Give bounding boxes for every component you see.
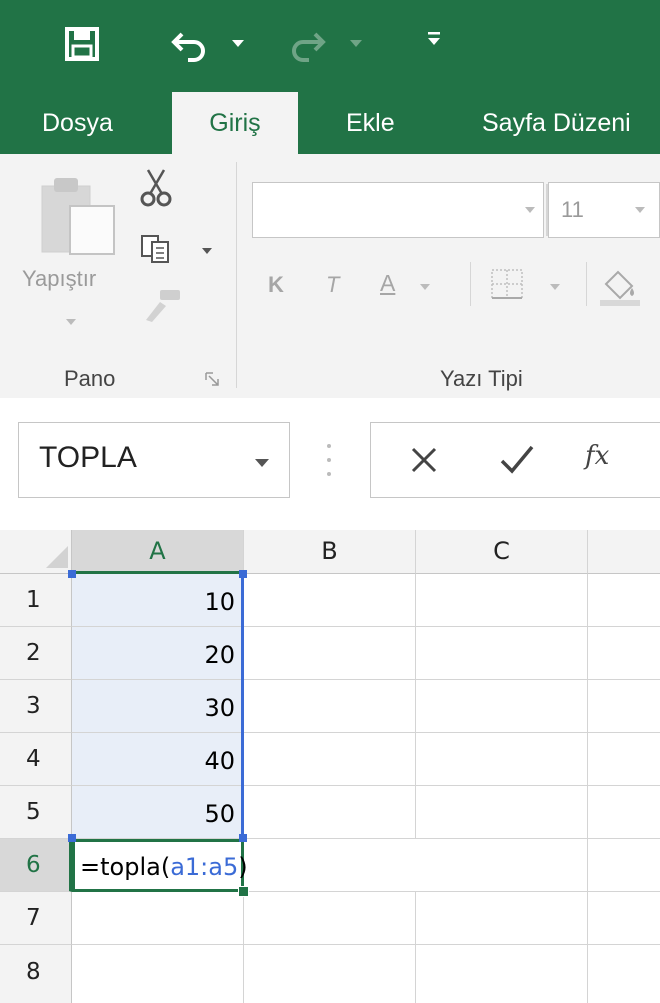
cell-d3[interactable] (588, 680, 660, 733)
cell-d7[interactable] (588, 892, 660, 945)
row-header-7[interactable]: 7 (0, 892, 72, 945)
column-header-d[interactable] (588, 530, 660, 574)
chevron-down-icon[interactable] (255, 459, 269, 467)
paste-label[interactable]: Yapıştır (22, 266, 96, 292)
cell-b5[interactable] (244, 786, 416, 839)
row-header-4[interactable]: 4 (0, 733, 72, 786)
row-header-6[interactable]: 6 (0, 839, 72, 892)
paste-dropdown-icon[interactable] (66, 319, 76, 325)
range-handle-top-left[interactable] (68, 570, 76, 578)
font-size-value: 11 (561, 197, 584, 222)
font-size-divider (546, 184, 548, 236)
insert-function-icon[interactable]: fx (585, 441, 609, 471)
redo-icon (292, 32, 326, 62)
cell-d5[interactable] (588, 786, 660, 839)
cell-b3[interactable] (244, 680, 416, 733)
cell-b7[interactable] (244, 892, 416, 945)
range-handle-bottom-right[interactable] (239, 834, 247, 842)
formula-prefix: =topla( (80, 853, 171, 881)
tab-dosya[interactable]: Dosya (42, 92, 113, 154)
cell-c8[interactable] (416, 945, 588, 1003)
column-header-a[interactable]: A (72, 530, 244, 574)
italic-button[interactable]: T (326, 272, 339, 298)
cut-icon[interactable] (140, 168, 172, 208)
range-ref-border (72, 574, 244, 839)
cell-b2[interactable] (244, 627, 416, 680)
font-name-box[interactable] (252, 182, 544, 238)
group-separator (236, 162, 237, 388)
row-header-5[interactable]: 5 (0, 786, 72, 839)
row-header-3[interactable]: 3 (0, 680, 72, 733)
name-box-value: TOPLA (39, 441, 137, 474)
cell-b1[interactable] (244, 574, 416, 627)
select-all-triangle-icon (46, 546, 68, 568)
ribbon-divider (470, 262, 471, 306)
dialog-launcher-icon[interactable] (205, 372, 219, 386)
row-header-1[interactable]: 1 (0, 574, 72, 627)
row-header-2[interactable]: 2 (0, 627, 72, 680)
fill-color-icon[interactable] (600, 266, 640, 306)
worksheet-grid: A B C 1 2 3 4 5 6 7 8 10 20 30 40 50 =to… (0, 530, 660, 1003)
font-size-box[interactable]: 11 (548, 182, 660, 238)
save-icon[interactable] (65, 27, 99, 61)
bold-button[interactable]: K (268, 272, 284, 298)
tab-giris[interactable]: Giriş (172, 92, 298, 154)
formula-input[interactable]: fx (370, 422, 660, 498)
ribbon-divider (586, 262, 587, 306)
tab-sayfa-duzeni[interactable]: Sayfa Düzeni (482, 92, 631, 154)
cell-c7[interactable] (416, 892, 588, 945)
formula-suffix: ) (238, 853, 248, 881)
name-box[interactable]: TOPLA (18, 422, 290, 498)
borders-icon[interactable] (490, 268, 524, 300)
cell-d1[interactable] (588, 574, 660, 627)
cell-a8[interactable] (72, 945, 244, 1003)
cancel-icon[interactable] (409, 445, 439, 475)
format-painter-icon[interactable] (142, 288, 182, 324)
chevron-down-icon[interactable] (525, 207, 535, 213)
clipboard-group-label: Pano (64, 366, 116, 391)
redo-dropdown-icon (350, 40, 362, 47)
chevron-down-icon[interactable] (635, 207, 645, 213)
paste-icon[interactable] (40, 174, 118, 256)
borders-dropdown-icon[interactable] (550, 284, 560, 290)
column-header-c[interactable]: C (416, 530, 588, 574)
cell-b6[interactable] (244, 839, 416, 892)
cell-c6[interactable] (416, 839, 588, 892)
undo-icon[interactable] (170, 28, 210, 62)
tab-ekle[interactable]: Ekle (346, 92, 395, 154)
cell-b4[interactable] (244, 733, 416, 786)
formula-range-ref: a1:a5 (170, 853, 239, 881)
range-handle-top-right[interactable] (239, 570, 247, 578)
enter-check-icon[interactable] (499, 443, 535, 475)
cell-d4[interactable] (588, 733, 660, 786)
cell-b8[interactable] (244, 945, 416, 1003)
cell-d8[interactable] (588, 945, 660, 1003)
cell-c4[interactable] (416, 733, 588, 786)
column-header-b[interactable]: B (244, 530, 416, 574)
cell-a6-formula: =topla(a1:a5) (80, 839, 248, 892)
undo-dropdown-icon[interactable] (232, 40, 244, 48)
fill-handle[interactable] (238, 886, 249, 897)
copy-dropdown-icon[interactable] (202, 248, 212, 254)
range-handle-bottom-left[interactable] (68, 834, 76, 842)
formula-bar: TOPLA fx (0, 398, 660, 530)
customize-qat-icon[interactable] (428, 32, 440, 46)
cell-d2[interactable] (588, 627, 660, 680)
underline-dropdown-icon[interactable] (420, 284, 430, 290)
ribbon-body: Yapıştır Pano 11 K T A Yazı Tipi (0, 154, 660, 398)
underline-button[interactable]: A (380, 270, 395, 297)
cell-a7[interactable] (72, 892, 244, 945)
font-group-label: Yazı Tipi (440, 366, 523, 391)
row-header-8[interactable]: 8 (0, 945, 72, 1003)
cell-d6[interactable] (588, 839, 660, 892)
ribbon-tabs: Dosya Giriş Ekle Sayfa Düzeni (0, 92, 660, 154)
quick-access-toolbar (0, 0, 660, 92)
cell-c1[interactable] (416, 574, 588, 627)
cell-c5[interactable] (416, 786, 588, 839)
cell-c3[interactable] (416, 680, 588, 733)
copy-icon[interactable] (140, 234, 172, 264)
cell-c2[interactable] (416, 627, 588, 680)
select-all-corner[interactable] (0, 530, 72, 574)
grip-dots-icon[interactable] (326, 442, 332, 478)
